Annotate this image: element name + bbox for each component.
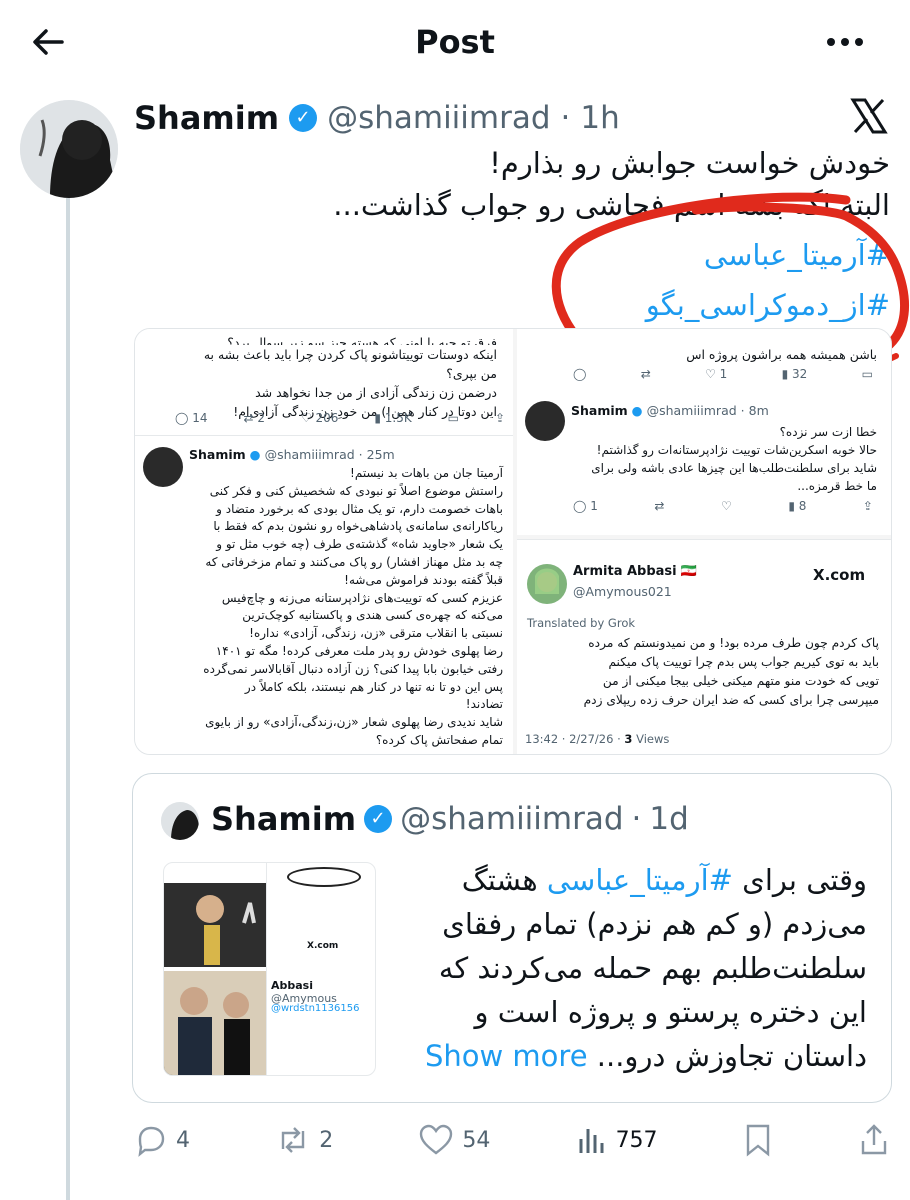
show-more-link[interactable]: Show more <box>425 1039 588 1073</box>
left-screenshot-panel: فرق تو چیه با اونی که هسته چیز سو زیر سو… <box>135 329 513 754</box>
thread-line <box>66 180 70 1200</box>
views-icon[interactable]: ▮ 8 <box>788 499 806 513</box>
left-top-text: فرق تو چیه با اونی که هسته چیز سو زیر سو… <box>203 335 497 419</box>
thumbnail-circle-annotation <box>287 867 361 887</box>
reply-icon[interactable]: ◯ 1 <box>573 499 598 513</box>
reply-icon <box>138 1126 165 1157</box>
right-screenshot-panel: باشن همیشه همه براشون پروژه اس ◯ ⇄ ♡ 1 ▮… <box>517 329 891 535</box>
armita-name-row: Armita Abbasi 🇮🇷 <box>573 564 697 579</box>
views-icon[interactable]: ▮ 32 <box>782 367 808 381</box>
reply-icon[interactable]: ◯ 14 <box>175 411 208 425</box>
views-chart-icon <box>579 1129 604 1153</box>
repost-icon[interactable]: ⇄ <box>641 367 651 381</box>
like-button[interactable]: 54 <box>418 1123 490 1157</box>
verified-badge-icon: ✓ <box>364 805 393 833</box>
avatar <box>525 401 565 441</box>
page-title: Post <box>415 23 495 61</box>
action-bar: 4 2 54 757 <box>134 1118 890 1162</box>
repost-icon[interactable]: ⇄ <box>654 499 664 513</box>
post-header: Shamim ✓ @shamiiimrad · 1h <box>134 96 834 140</box>
quote-text: وقتی برای #آرمیتا_عباسی هشتگ می‌زدم (و ک… <box>393 858 867 1078</box>
quote-tweet[interactable]: Shamim ✓ @shamiiimrad · 1d X.com Abbasi … <box>132 773 892 1103</box>
repost-button[interactable]: 2 <box>275 1123 333 1157</box>
right-actions: ◯ 1 ⇄ ♡ ▮ 8 ⇪ <box>573 499 873 513</box>
share-icon <box>861 1124 887 1155</box>
verified-badge-icon: ✓ <box>289 104 318 132</box>
x-logo-icon <box>848 96 890 138</box>
thumbnail-photo <box>164 883 266 967</box>
left-tweet-body: آرمیتا جان من باهات بد نیستم! راستش موضو… <box>203 466 503 747</box>
hashtag-link[interactable]: #آرمیتا_عباسی <box>547 863 733 897</box>
avatar[interactable] <box>20 100 118 198</box>
views-button[interactable]: 757 <box>576 1123 658 1157</box>
author-name[interactable]: Shamim <box>134 99 279 137</box>
heart-icon <box>420 1124 453 1155</box>
left-top-actions: ◯ 14 ⇄ 2 ♡ 206 ▮ 1.5K ▭ ⇪ <box>175 411 505 425</box>
repost-icon <box>281 1127 305 1153</box>
bookmark-button[interactable] <box>743 1123 773 1157</box>
armita-card: Armita Abbasi 🇮🇷 @Amymous021 X.com Trans… <box>517 539 891 754</box>
divider <box>135 435 513 436</box>
avatar <box>161 802 199 840</box>
avatar <box>143 447 183 487</box>
right-tweet-body: خطا ازت سر نزده؟ حالا خوبه اسکرین‌شات تو… <box>591 425 877 493</box>
bookmark-icon <box>746 1124 769 1157</box>
verified-badge-icon: ● <box>631 403 643 418</box>
post-time: 1h <box>580 100 620 136</box>
embedded-screenshot[interactable]: فرق تو چیه با اونی که هسته چیز سو زیر سو… <box>134 328 892 755</box>
share-icon[interactable]: ⇪ <box>863 499 873 513</box>
share-button[interactable] <box>858 1123 890 1157</box>
quote-thumbnail-right: X.com Abbasi @Amymous @wrdstn1136156 <box>266 862 376 1076</box>
like-icon[interactable]: ♡ 206 <box>301 411 338 425</box>
bookmark-icon[interactable]: ▭ <box>448 411 459 425</box>
like-icon[interactable]: ♡ <box>721 499 732 513</box>
quote-header: Shamim ✓ @shamiiimrad · 1d <box>211 800 689 838</box>
author-handle[interactable]: @shamiiimrad <box>327 100 550 136</box>
reply-icon[interactable]: ◯ <box>573 367 586 381</box>
right-top-actions: ◯ ⇄ ♡ 1 ▮ 32 ▭ <box>573 367 873 381</box>
bookmark-icon[interactable]: ▭ <box>862 367 873 381</box>
views-icon[interactable]: ▮ 1.5K <box>374 411 411 425</box>
avatar <box>527 564 567 604</box>
top-bar: Post <box>0 0 910 86</box>
share-icon[interactable]: ⇪ <box>495 411 505 425</box>
quote-time: 1d <box>649 801 689 837</box>
separator-dot: · <box>560 100 571 136</box>
more-dots-icon[interactable] <box>820 22 870 62</box>
armita-body: پاک کردم چون طرف مرده بود! و من نمیدونست… <box>583 636 879 707</box>
verified-badge-icon: ● <box>249 447 261 462</box>
quote-author-name: Shamim <box>211 800 357 838</box>
armita-handle: @Amymous021 <box>573 584 672 599</box>
left-tweet-header: Shamim ● @shamiiimrad · 25m <box>189 447 395 462</box>
thumbnail-photo <box>164 971 266 1075</box>
x-com-source: X.com <box>813 566 866 584</box>
quote-handle: @shamiiimrad <box>400 801 624 837</box>
quote-text-line-1: وقتی برای #آرمیتا_عباسی هشتگ <box>461 863 867 897</box>
right-top-text: باشن همیشه همه براشون پروژه اس <box>686 347 877 362</box>
armita-timestamp: 13:42 · 2/27/26 · 3 Views <box>525 732 670 746</box>
quote-thumbnail-left <box>163 862 267 1076</box>
right-tweet-header: Shamim ● @shamiiimrad · 8m <box>571 403 769 418</box>
like-icon[interactable]: ♡ 1 <box>705 367 727 381</box>
translated-label: Translated by Grok <box>527 616 636 630</box>
reply-button[interactable]: 4 <box>134 1123 190 1157</box>
repost-icon[interactable]: ⇄ 2 <box>243 411 265 425</box>
post-text-line-1: خودش خواست جوابش رو بذارم! <box>489 146 890 180</box>
